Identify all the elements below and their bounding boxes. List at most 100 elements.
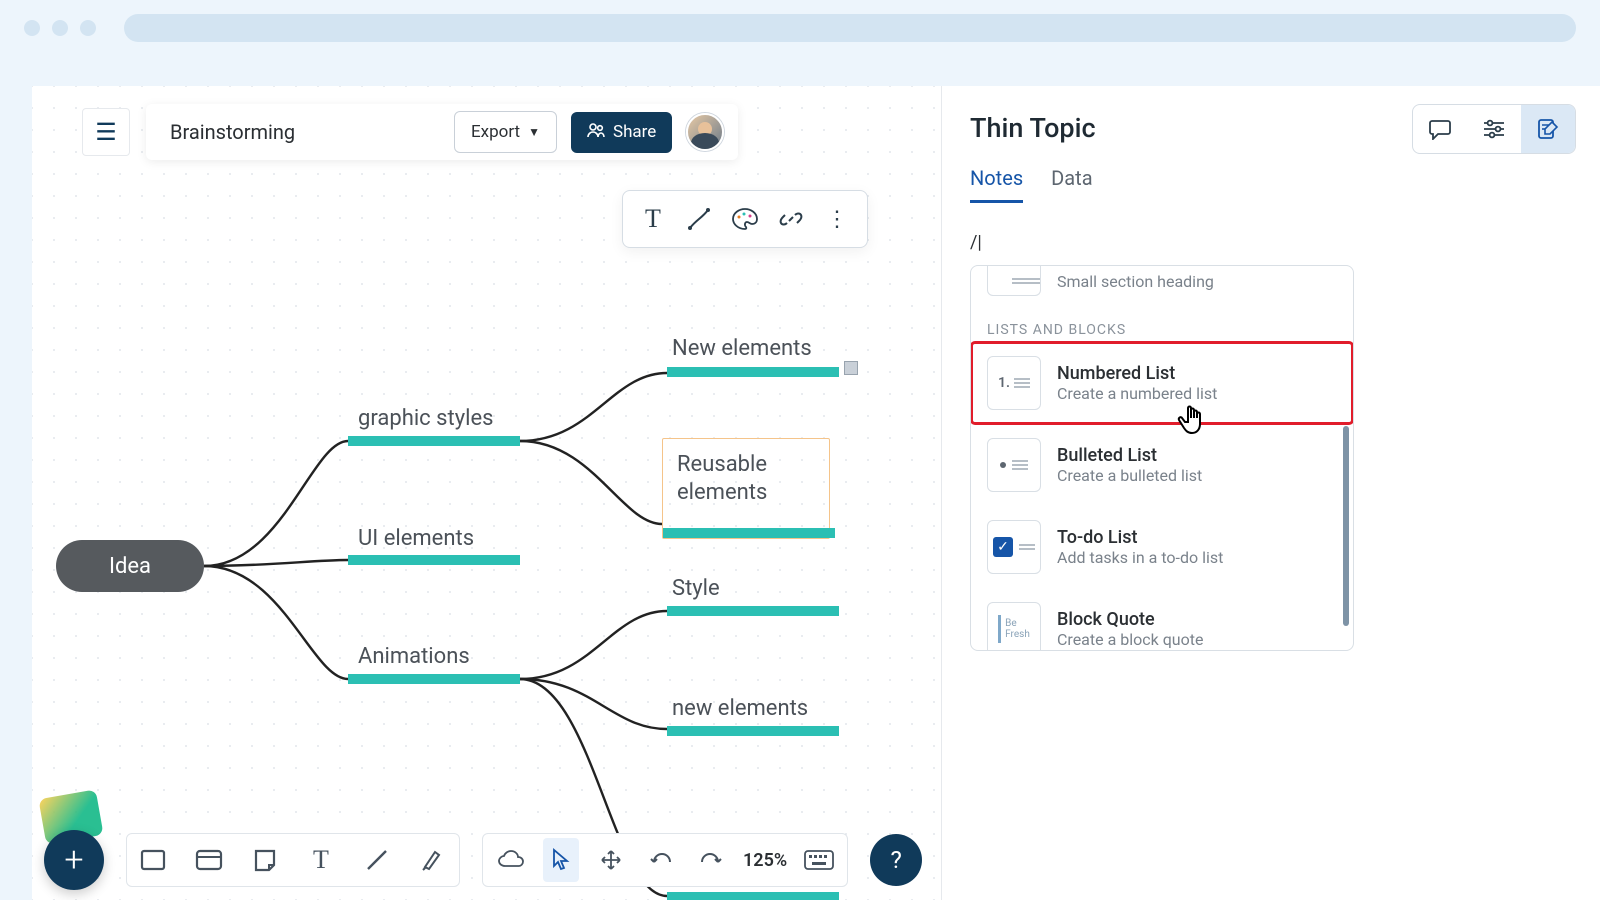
branch-underline bbox=[348, 674, 520, 684]
branch-underline bbox=[348, 436, 520, 446]
branch-underline bbox=[667, 892, 839, 900]
menu-item-heading-partial[interactable]: Small section heading bbox=[971, 266, 1353, 310]
card-tool[interactable] bbox=[191, 838, 227, 882]
sidebar-view-switcher bbox=[1412, 104, 1576, 154]
cloud-sync-icon[interactable] bbox=[493, 838, 529, 882]
canvas-area[interactable]: Idea graphic styles UI elements Animatio… bbox=[32, 86, 942, 900]
rectangle-tool[interactable] bbox=[135, 838, 171, 882]
block-desc: Add tasks in a to-do list bbox=[1057, 548, 1223, 567]
pointer-mode-button[interactable] bbox=[543, 838, 579, 882]
redo-button[interactable] bbox=[693, 838, 729, 882]
browser-chrome bbox=[0, 0, 1600, 56]
text-tool[interactable]: T bbox=[631, 197, 675, 241]
sidebar-tabs: Notes Data bbox=[970, 166, 1568, 204]
user-avatar[interactable] bbox=[686, 113, 724, 151]
block-title: Numbered List bbox=[1057, 363, 1217, 384]
menu-item-numbered-list[interactable]: 1. Numbered List Create a numbered list bbox=[971, 342, 1353, 424]
branch-label: UI elements bbox=[358, 526, 474, 551]
palette-tool[interactable] bbox=[723, 197, 767, 241]
block-quote-icon: BeFresh bbox=[987, 602, 1041, 651]
notes-panel-button[interactable] bbox=[1521, 105, 1575, 153]
export-label: Export bbox=[471, 122, 520, 142]
notes-text-input[interactable]: /| bbox=[970, 232, 1568, 253]
browser-dot bbox=[52, 20, 68, 36]
right-sidebar: Thin Topic Notes Data /| Small section h… bbox=[942, 86, 1600, 900]
mindmap-leaf-style[interactable]: Style bbox=[672, 576, 720, 602]
leaf-label: New elements bbox=[672, 336, 812, 361]
leaf-label: new elements bbox=[672, 696, 808, 721]
mindmap-branch-animations[interactable]: Animations bbox=[358, 644, 470, 670]
bulleted-list-icon bbox=[987, 438, 1041, 492]
mindmap-leaf-new-elements-2[interactable]: new elements bbox=[672, 696, 808, 722]
settings-panel-button[interactable] bbox=[1467, 105, 1521, 153]
todo-list-icon: ✓ bbox=[987, 520, 1041, 574]
highlighter-tool[interactable] bbox=[415, 838, 451, 882]
mindmap-branch-graphic-styles[interactable]: graphic styles bbox=[358, 406, 493, 432]
branch-label: Animations bbox=[358, 644, 470, 669]
node-attachment-icon[interactable] bbox=[844, 361, 858, 375]
block-desc: Create a block quote bbox=[1057, 630, 1203, 649]
pan-mode-button[interactable] bbox=[593, 838, 629, 882]
heading-icon bbox=[987, 266, 1041, 296]
mindmap-root-label: Idea bbox=[109, 554, 151, 579]
menu-section-label: LISTS AND BLOCKS bbox=[971, 310, 1353, 342]
top-toolbar: ☰ Brainstorming Export ▼ Share bbox=[82, 104, 738, 160]
menu-item-block-quote[interactable]: BeFresh Block Quote Create a block quote bbox=[971, 588, 1353, 651]
vertical-dots-icon: ⋮ bbox=[826, 207, 848, 232]
connector-tool[interactable] bbox=[677, 197, 721, 241]
leaf-label: Reusable elements bbox=[677, 452, 767, 505]
chevron-down-icon: ▼ bbox=[528, 125, 540, 139]
tab-label: Data bbox=[1051, 166, 1092, 190]
line-tool[interactable] bbox=[359, 838, 395, 882]
text-box-tool[interactable]: T bbox=[303, 838, 339, 882]
branch-underline bbox=[348, 555, 520, 565]
browser-dot bbox=[24, 20, 40, 36]
undo-button[interactable] bbox=[643, 838, 679, 882]
view-tool-strip: 125% bbox=[482, 833, 848, 887]
question-icon: ? bbox=[890, 846, 901, 874]
branch-underline bbox=[667, 606, 839, 616]
mindmap-leaf-reusable-selected[interactable]: Reusable elements bbox=[662, 438, 830, 539]
menu-scrollbar[interactable] bbox=[1343, 426, 1349, 626]
help-button[interactable]: ? bbox=[870, 834, 922, 886]
branch-underline bbox=[667, 367, 839, 377]
bottom-toolbar: + T bbox=[44, 830, 922, 890]
mindmap-branch-ui-elements[interactable]: UI elements bbox=[358, 526, 474, 552]
comments-panel-button[interactable] bbox=[1413, 105, 1467, 153]
share-label: Share bbox=[613, 122, 656, 142]
browser-url-bar[interactable] bbox=[124, 14, 1576, 42]
tab-label: Notes bbox=[970, 166, 1023, 190]
hamburger-menu-button[interactable]: ☰ bbox=[82, 108, 130, 156]
app-frame: Idea graphic styles UI elements Animatio… bbox=[32, 86, 1600, 900]
mindmap-leaf-new-elements-1[interactable]: New elements bbox=[672, 336, 812, 362]
keyboard-button[interactable] bbox=[801, 838, 837, 882]
link-tool[interactable] bbox=[769, 197, 813, 241]
block-desc: Create a numbered list bbox=[1057, 384, 1217, 403]
tab-data[interactable]: Data bbox=[1051, 166, 1092, 203]
block-type-menu: Small section heading LISTS AND BLOCKS 1… bbox=[970, 265, 1354, 651]
menu-item-todo-list[interactable]: ✓ To-do List Add tasks in a to-do list bbox=[971, 506, 1353, 588]
plus-icon: + bbox=[64, 840, 83, 880]
branch-underline bbox=[667, 726, 839, 736]
mindmap-root-node[interactable]: Idea bbox=[56, 540, 204, 592]
people-icon bbox=[587, 122, 605, 143]
menu-item-bulleted-list[interactable]: Bulleted List Create a bulleted list bbox=[971, 424, 1353, 506]
leaf-label: Style bbox=[672, 576, 720, 601]
shape-tool-strip: T bbox=[126, 833, 460, 887]
branch-underline bbox=[663, 528, 835, 538]
export-button[interactable]: Export ▼ bbox=[454, 111, 557, 153]
block-title: To-do List bbox=[1057, 527, 1223, 548]
document-title[interactable]: Brainstorming bbox=[160, 114, 440, 150]
branch-label: graphic styles bbox=[358, 406, 493, 431]
sticky-note-tool[interactable] bbox=[247, 838, 283, 882]
zoom-level[interactable]: 125% bbox=[743, 850, 787, 871]
share-button[interactable]: Share bbox=[571, 112, 672, 153]
block-title: Bulleted List bbox=[1057, 445, 1202, 466]
browser-dot bbox=[80, 20, 96, 36]
block-title: Block Quote bbox=[1057, 609, 1203, 630]
tab-notes[interactable]: Notes bbox=[970, 166, 1023, 203]
block-desc: Small section heading bbox=[1057, 272, 1214, 291]
more-options-button[interactable]: ⋮ bbox=[815, 197, 859, 241]
add-fab-button[interactable]: + bbox=[44, 830, 104, 890]
document-header-card: Brainstorming Export ▼ Share bbox=[146, 104, 738, 160]
